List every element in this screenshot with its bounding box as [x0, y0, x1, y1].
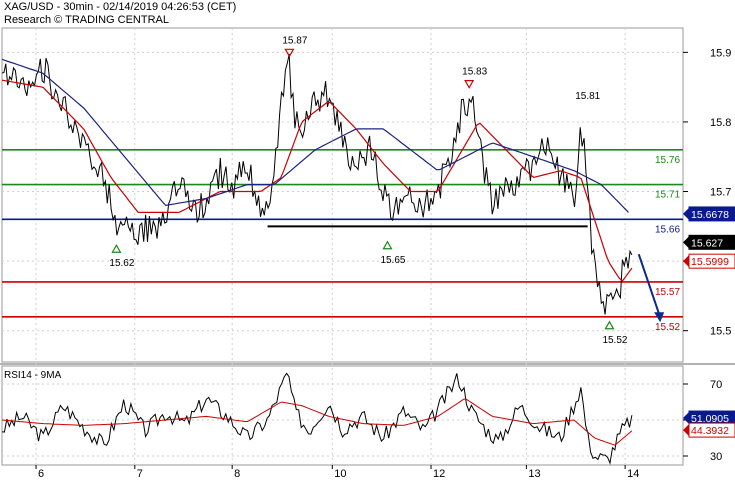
low-marker — [382, 240, 393, 250]
price-tick-label: 15.8 — [710, 117, 731, 129]
level-label: 15.57 — [655, 287, 680, 298]
price-tag-label: 15.6678 — [691, 209, 729, 221]
high-label: 15.81 — [575, 91, 600, 102]
price-tag-pointer — [683, 236, 689, 249]
time-tick-label: 8 — [234, 468, 240, 480]
time-tick-label: 10 — [334, 468, 346, 480]
price-tag-label: 15.627 — [691, 237, 723, 249]
series-ma_fast — [1, 79, 633, 282]
price-panel-frame — [1, 27, 684, 363]
rsi-series-rsi — [1, 372, 633, 465]
time-tick-label: 6 — [38, 468, 44, 480]
low-marker — [111, 244, 122, 253]
price-tick-label: 15.5 — [710, 326, 731, 338]
time-tick-label: 14 — [627, 468, 639, 480]
level-label: 15.76 — [655, 155, 680, 166]
price-tick-label: 15.9 — [710, 47, 731, 59]
price-tag-pointer — [683, 255, 689, 268]
rsi-tag-pointer — [683, 412, 689, 425]
high-marker — [464, 80, 475, 89]
rsi-title: RSI14 - 9MA — [4, 370, 62, 381]
rsi-tick-label: 30 — [710, 451, 722, 463]
projection-arrow-shaft — [637, 253, 661, 315]
level-label: 15.71 — [655, 190, 680, 201]
rsi-tick-label: 70 — [710, 379, 722, 391]
price-chart: 15.515.615.715.815.96781012131415.7615.7… — [0, 27, 735, 480]
series-ma_slow — [1, 58, 629, 213]
time-tick-label: 7 — [137, 468, 143, 480]
rsi-tag-pointer — [683, 424, 689, 437]
price-tag-pointer — [683, 207, 689, 220]
rsi-tag-label: 44.3932 — [691, 425, 729, 437]
time-tick-label: 13 — [528, 468, 540, 480]
low-label: 15.62 — [109, 258, 134, 269]
rsi-panel-frame — [1, 365, 684, 466]
low-label: 15.52 — [602, 335, 627, 346]
level-label: 15.66 — [655, 224, 680, 235]
low-marker — [604, 320, 615, 330]
time-tick-label: 12 — [433, 468, 445, 480]
rsi-series-rsi_ma — [1, 398, 633, 446]
high-label: 15.83 — [462, 67, 487, 78]
price-tick-label: 15.7 — [710, 187, 731, 199]
low-label: 15.65 — [380, 255, 405, 266]
chart-stage: XAG/USD - 30min - 02/14/2019 04:26:53 (C… — [0, 0, 735, 480]
level-label: 15.52 — [655, 322, 680, 333]
high-label: 15.87 — [282, 35, 307, 46]
price-tag-label: 15.5999 — [691, 256, 729, 268]
